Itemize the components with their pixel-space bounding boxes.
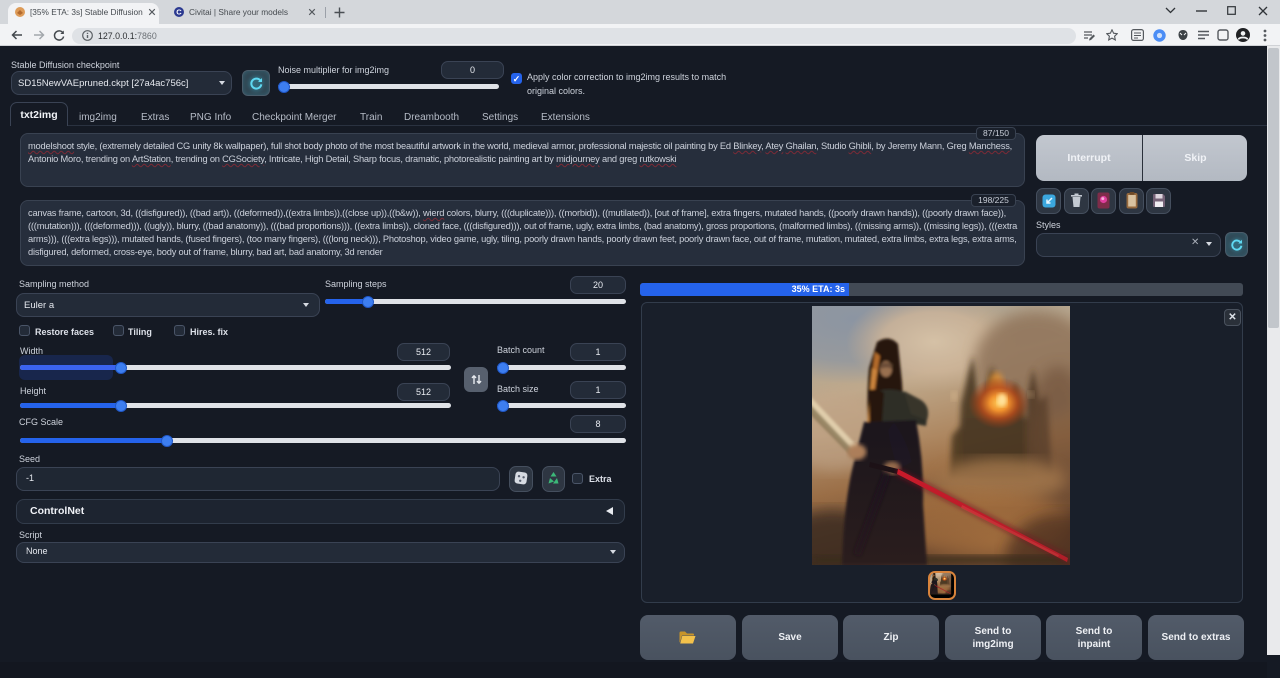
svg-text:C: C	[176, 8, 182, 17]
